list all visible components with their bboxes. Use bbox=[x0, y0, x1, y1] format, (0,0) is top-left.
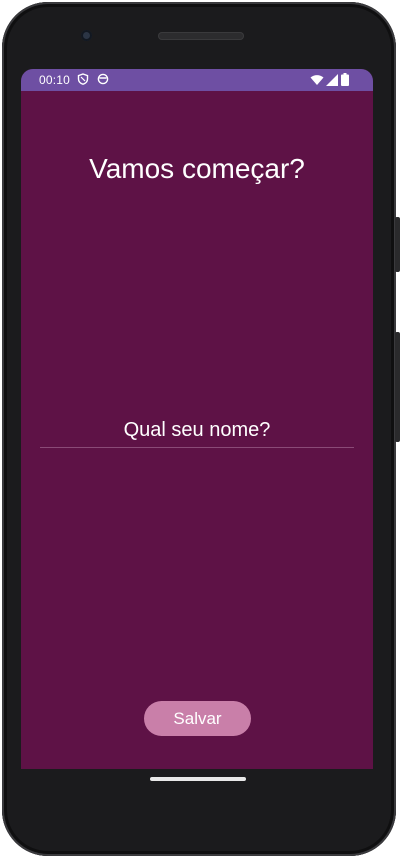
earpiece-speaker bbox=[158, 32, 244, 40]
face-icon bbox=[97, 73, 109, 85]
battery-icon bbox=[341, 73, 349, 86]
home-indicator[interactable] bbox=[150, 777, 246, 781]
app-screen: 00:10 Vamos começar? Salvar bbox=[21, 69, 373, 769]
name-input[interactable] bbox=[40, 413, 354, 447]
signal-icon bbox=[326, 74, 338, 86]
status-bar: 00:10 bbox=[21, 69, 373, 91]
volume-button bbox=[395, 332, 400, 442]
page-title: Vamos começar? bbox=[89, 153, 305, 184]
front-camera bbox=[81, 30, 92, 41]
status-time: 00:10 bbox=[39, 73, 71, 87]
power-button bbox=[395, 217, 400, 272]
save-button[interactable]: Salvar bbox=[144, 701, 251, 736]
shield-icon bbox=[77, 73, 89, 85]
name-field[interactable] bbox=[40, 413, 354, 448]
wifi-icon bbox=[310, 75, 324, 85]
